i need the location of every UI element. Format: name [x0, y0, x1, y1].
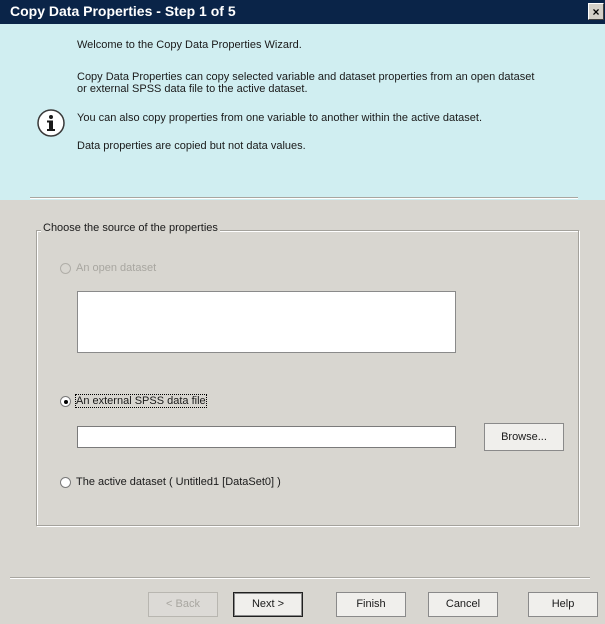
- title-bar[interactable]: Copy Data Properties - Step 1 of 5 ×: [0, 0, 605, 24]
- open-dataset-radio[interactable]: [60, 263, 71, 274]
- description-line-1: Copy Data Properties can copy selected v…: [77, 71, 535, 83]
- source-group-label: Choose the source of the properties: [41, 222, 220, 234]
- help-button[interactable]: Help: [528, 592, 598, 617]
- finish-button[interactable]: Finish: [336, 592, 406, 617]
- browse-button[interactable]: Browse...: [484, 423, 564, 451]
- info-icon: [37, 109, 65, 137]
- description-line-2: or external SPSS data file to the active…: [77, 83, 308, 95]
- window-title: Copy Data Properties - Step 1 of 5: [10, 3, 236, 19]
- active-dataset-radio[interactable]: [60, 477, 71, 488]
- welcome-text: Welcome to the Copy Data Properties Wiza…: [77, 39, 302, 51]
- external-file-label[interactable]: An external SPSS data file: [75, 394, 207, 408]
- external-file-radio[interactable]: [60, 396, 71, 407]
- copy-data-properties-dialog: Copy Data Properties - Step 1 of 5 × Wel…: [0, 0, 605, 624]
- header-separator: [30, 197, 578, 199]
- next-button[interactable]: Next >: [233, 592, 303, 617]
- footer-separator: [10, 577, 590, 579]
- back-button[interactable]: < Back: [148, 592, 218, 617]
- file-path-input[interactable]: [77, 426, 456, 448]
- close-icon[interactable]: ×: [588, 3, 604, 20]
- description-line-4: Data properties are copied but not data …: [77, 140, 306, 152]
- wizard-header: Welcome to the Copy Data Properties Wiza…: [0, 24, 605, 200]
- cancel-button[interactable]: Cancel: [428, 592, 498, 617]
- open-dataset-label[interactable]: An open dataset: [76, 262, 156, 274]
- description-line-3: You can also copy properties from one va…: [77, 112, 483, 124]
- active-dataset-label[interactable]: The active dataset ( Untitled1 [DataSet0…: [76, 476, 281, 488]
- open-dataset-list[interactable]: [77, 291, 456, 353]
